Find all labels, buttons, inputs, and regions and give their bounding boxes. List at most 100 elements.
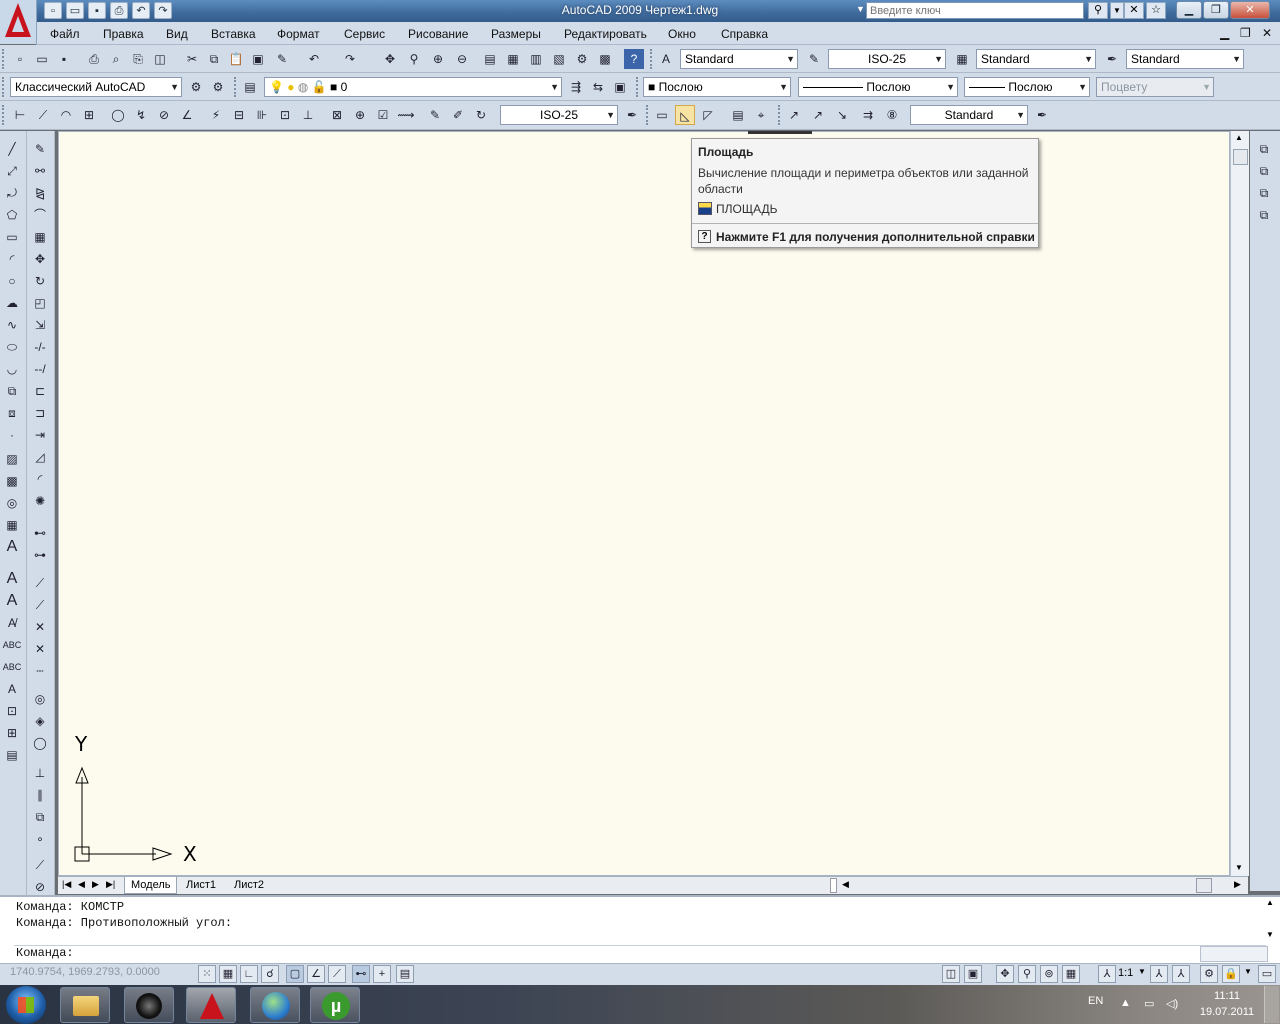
layer-on-icon[interactable]: 💡 <box>269 80 284 94</box>
search-input[interactable] <box>866 2 1084 19</box>
autocad-logo-icon[interactable] <box>0 0 37 44</box>
layer-previous-icon[interactable]: ⇆ <box>588 77 608 97</box>
spell-check-icon[interactable]: ABC <box>2 657 22 677</box>
snap-apparent-intersect-icon[interactable]: ✕ <box>30 639 50 659</box>
dim-angular-icon[interactable]: ∠ <box>177 105 197 125</box>
undo-icon[interactable]: ↶ <box>132 2 150 19</box>
block-editor-icon[interactable]: ✎ <box>272 49 292 69</box>
quick-view-layouts-icon[interactable]: ▣ <box>964 965 982 983</box>
dim-arc-icon[interactable]: ◠ <box>56 105 76 125</box>
drawing-canvas[interactable]: Y X <box>58 131 1230 876</box>
command-input[interactable] <box>14 945 1266 962</box>
copy-icon[interactable]: ⧉ <box>204 49 224 69</box>
allow-dynamic-ucs-icon[interactable]: ⟋ <box>328 965 346 983</box>
color-select[interactable]: ■ Послою ▼ <box>643 77 791 97</box>
tray-expand-icon[interactable]: ▲ <box>1120 997 1131 1009</box>
publish-icon[interactable]: ⎘ <box>128 49 148 69</box>
toolbar-lock-icon[interactable]: 🔒 <box>1222 965 1240 983</box>
convert-space-icon[interactable]: ▤ <box>2 745 22 765</box>
design-center-icon[interactable]: ▦ <box>503 49 523 69</box>
workspace-save-icon[interactable]: ⚙ <box>208 77 228 97</box>
justify-text-icon[interactable]: ⊞ <box>2 723 22 743</box>
snap-intersection-icon[interactable]: ✕ <box>30 617 50 637</box>
plot-icon[interactable]: ⎙ <box>84 49 104 69</box>
search-dropdown-icon[interactable]: ▼ <box>856 4 865 14</box>
line-icon[interactable]: ╱ <box>2 139 22 159</box>
mleader-style-select-2[interactable]: Standard ▼ <box>910 105 1028 125</box>
layer-thaw-icon[interactable]: ● <box>287 80 294 94</box>
quick-dim-icon[interactable]: ⚡ <box>206 105 226 125</box>
dim-style-select[interactable]: ISO-25 ▼ <box>828 49 946 69</box>
menu-file[interactable]: Файл <box>50 27 80 41</box>
table-style-icon[interactable]: ▦ <box>952 49 972 69</box>
stretch-icon[interactable]: ⇲ <box>30 315 50 335</box>
workspace-settings-icon[interactable]: ⚙ <box>186 77 206 97</box>
dim-aligned-icon[interactable]: ⟋ <box>33 105 53 125</box>
hscroll-right-icon[interactable]: ▶ <box>1234 879 1241 890</box>
lineweight-toggle-icon[interactable]: + <box>373 965 391 983</box>
break-icon[interactable]: ⊐ <box>30 403 50 423</box>
annotation-scale-value[interactable]: 1:1 <box>1118 967 1133 979</box>
layer-lock-icon[interactable]: 🔓 <box>312 80 327 94</box>
area-icon-active[interactable]: ◺ <box>675 105 695 125</box>
erase-icon[interactable]: ✎ <box>30 139 50 159</box>
menu-window[interactable]: Окно <box>668 27 696 41</box>
dim-space-icon[interactable]: ⊡ <box>275 105 295 125</box>
start-button[interactable] <box>6 986 46 1024</box>
toolbar-grip[interactable] <box>636 77 642 97</box>
collect-leaders-icon[interactable]: ⑧ <box>882 105 902 125</box>
center-mark-icon[interactable]: ⊕ <box>350 105 370 125</box>
dim-baseline-icon[interactable]: ⊟ <box>229 105 249 125</box>
menu-format[interactable]: Формат <box>277 27 320 41</box>
multileader-icon[interactable]: ↗ <box>784 105 804 125</box>
zoom-status-icon[interactable]: ⚲ <box>1018 965 1036 983</box>
utorrent-taskbar-button[interactable]: µ <box>310 987 360 1023</box>
lineweight-select[interactable]: Послою ▼ <box>964 77 1090 97</box>
vertical-scrollbar[interactable]: ▲ ▼ <box>1230 131 1249 876</box>
next-tab-icon[interactable]: ▶ <box>92 879 99 890</box>
snap-nearest-icon[interactable]: ⟋ <box>30 855 50 875</box>
snap-endpoint-icon[interactable]: ⟋ <box>30 573 50 593</box>
revision-cloud-icon[interactable]: ☁ <box>2 293 22 313</box>
auto-scale-icon[interactable]: ⅄ <box>1172 965 1190 983</box>
sheet-set-icon[interactable]: ▧ <box>549 49 569 69</box>
dim-break-icon[interactable]: ⊥ <box>298 105 318 125</box>
open-file-icon[interactable]: ▭ <box>66 2 84 19</box>
snap-extension-icon[interactable]: ┄ <box>30 661 50 681</box>
quickcalc-icon[interactable]: ▩ <box>595 49 615 69</box>
extend-icon[interactable]: --/ <box>30 359 50 379</box>
single-line-text-icon[interactable]: A <box>2 591 22 611</box>
mirror-icon[interactable]: ⧎ <box>30 183 50 203</box>
send-to-back-icon[interactable]: ⧉ <box>1254 161 1274 181</box>
network-icon[interactable]: ▭ <box>1144 997 1154 1010</box>
snap-parallel-icon[interactable]: ∥ <box>30 785 50 805</box>
snap-insert-icon[interactable]: ⧉ <box>30 807 50 827</box>
menu-help[interactable]: Справка <box>721 27 768 41</box>
table-style-select[interactable]: Standard ▼ <box>976 49 1096 69</box>
menu-modify[interactable]: Редактировать <box>564 27 647 41</box>
dim-style-select-2[interactable]: ISO-25 ▼ <box>500 105 618 125</box>
favorites-star-icon[interactable]: ☆ <box>1146 2 1166 19</box>
arc-icon[interactable]: ◜ <box>2 249 22 269</box>
first-tab-icon[interactable]: |◀ <box>62 879 71 890</box>
array-icon[interactable]: ▦ <box>30 227 50 247</box>
volume-icon[interactable]: ◁) <box>1166 997 1178 1010</box>
communication-center-icon[interactable]: ✕ <box>1124 2 1144 19</box>
undo-icon[interactable]: ↶ <box>304 49 324 69</box>
dim-edit-icon[interactable]: ✎ <box>425 105 445 125</box>
hscroll-thumb[interactable] <box>1196 878 1212 893</box>
quick-properties-icon[interactable]: ▤ <box>396 965 414 983</box>
snap-mode-icon[interactable]: ⁙ <box>198 965 216 983</box>
menu-insert[interactable]: Вставка <box>211 27 256 41</box>
object-snap-icon[interactable]: ▢ <box>286 965 304 983</box>
tab-splitter[interactable] <box>830 878 837 893</box>
dim-text-edit-icon[interactable]: ✐ <box>448 105 468 125</box>
clock-time[interactable]: 11:11 <box>1198 990 1256 1002</box>
new-file-icon[interactable]: ▫ <box>44 2 62 19</box>
hscroll-left-icon[interactable]: ◀ <box>842 879 849 890</box>
snap-from-icon[interactable]: ⊶ <box>30 545 50 565</box>
region-icon[interactable]: ◸ <box>698 105 718 125</box>
dim-ordinate-icon[interactable]: ⊞ <box>79 105 99 125</box>
text-icon[interactable]: A <box>2 569 22 589</box>
send-under-icon[interactable]: ⧉ <box>1254 205 1274 225</box>
